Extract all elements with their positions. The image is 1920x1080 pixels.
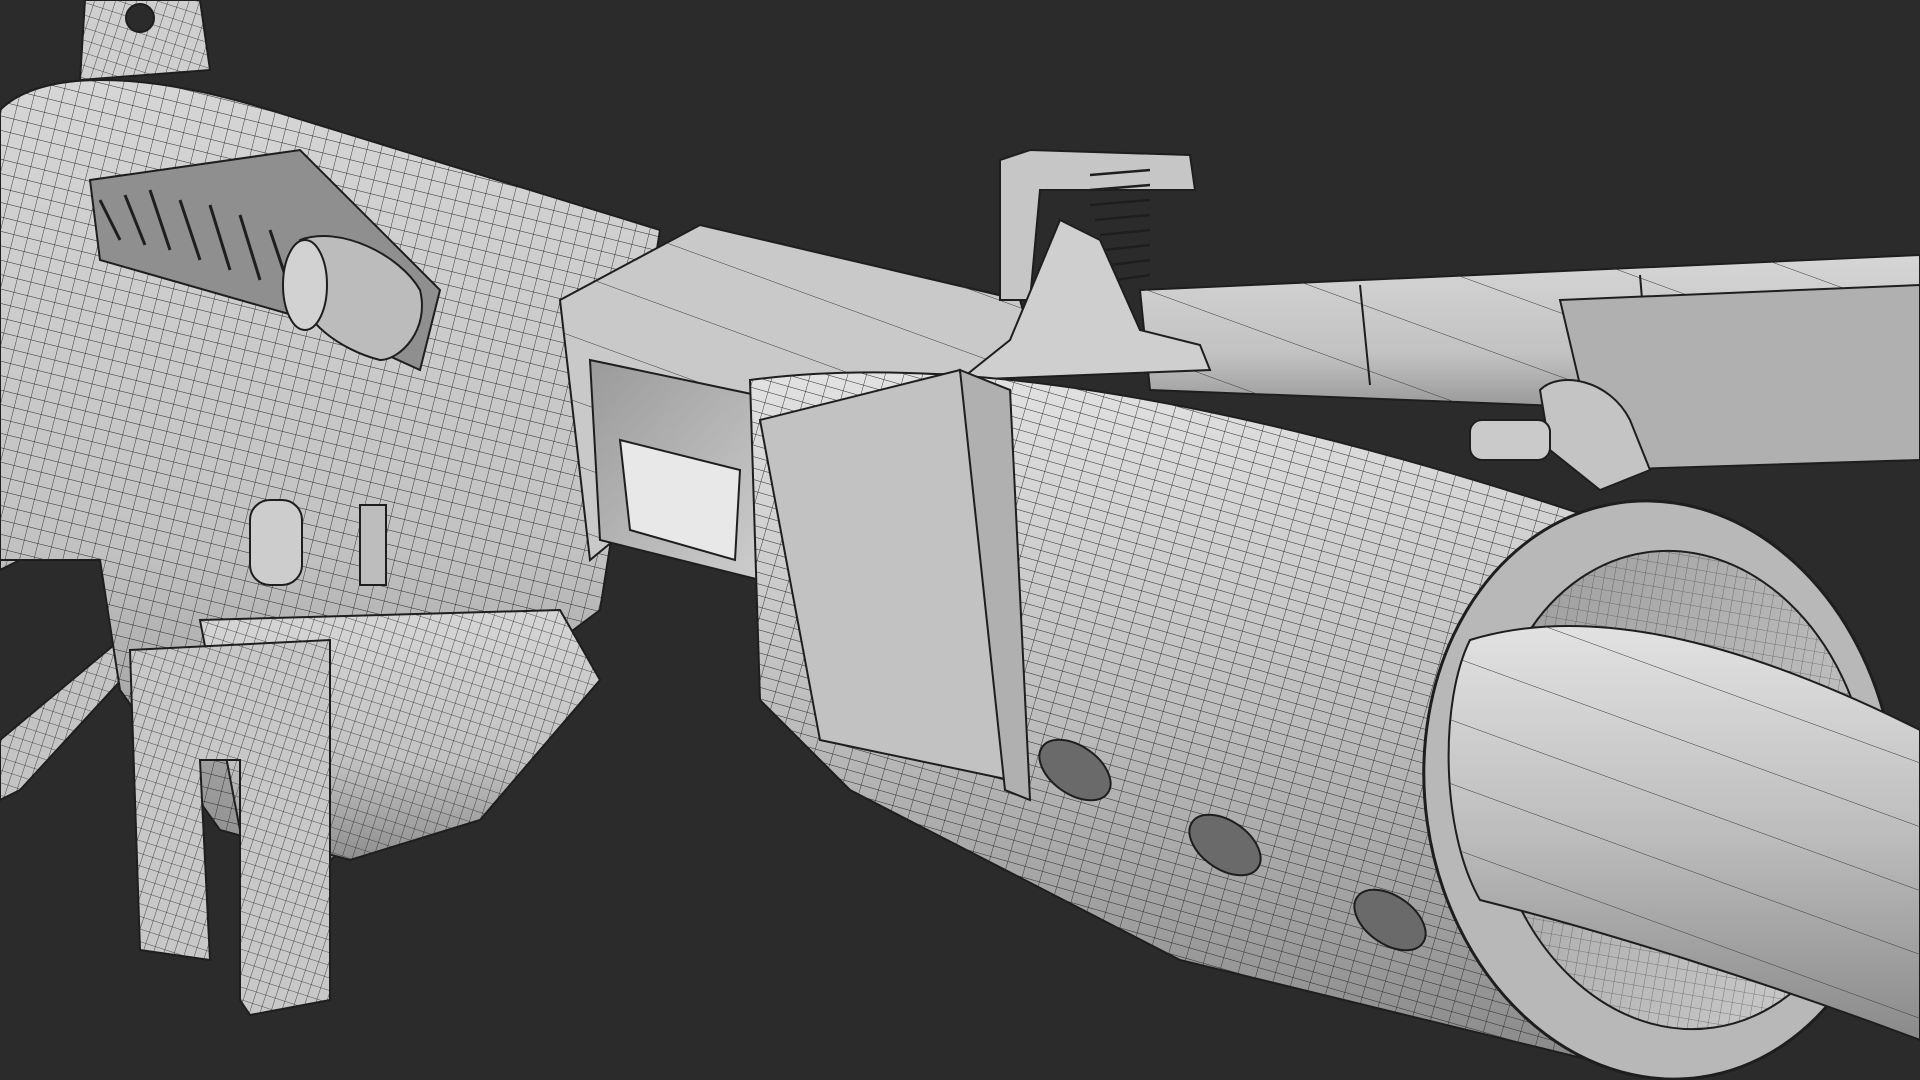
front-sight-post [78, 0, 212, 82]
receiver-body [0, 79, 662, 1017]
viewport-3d[interactable] [0, 0, 1920, 1080]
wireframe-render [0, 0, 1920, 1080]
